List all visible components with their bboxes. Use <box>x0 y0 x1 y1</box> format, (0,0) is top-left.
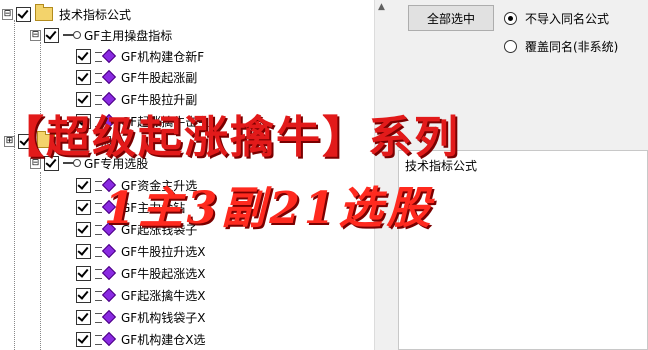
formula-detail-panel: 技术指标公式 <box>398 150 648 350</box>
collapse-icon[interactable]: ⊟ <box>30 29 41 41</box>
tree-item-label: GF牛股拉升选X <box>121 244 206 259</box>
item-checkbox[interactable] <box>76 221 91 237</box>
tree-item[interactable]: GF机构建仓新F <box>76 45 204 67</box>
item-checkbox[interactable] <box>76 331 91 347</box>
folder-icon <box>35 4 53 21</box>
tree-node-root[interactable]: ⊟ 技术指标公式 <box>2 3 131 25</box>
overwrite-radio[interactable]: 覆盖同名(非系统) <box>504 38 618 55</box>
collapse-icon[interactable]: ⊟ <box>2 8 13 20</box>
tree-item[interactable]: GF牛股起涨副 <box>76 66 197 88</box>
key-icon <box>63 30 81 40</box>
scroll-up-arrow-icon[interactable]: ▲ <box>378 2 385 12</box>
select-all-button[interactable]: 全部选中 <box>408 5 494 31</box>
promo-banner-subtitle: 1主3副21选股 <box>104 183 435 234</box>
no-import-radio[interactable]: 不导入同名公式 <box>504 10 609 27</box>
item-checkbox[interactable] <box>76 177 91 193</box>
tree-item[interactable]: GF牛股起涨选X <box>76 262 205 284</box>
tree-item-label: GF牛股起涨副 <box>121 70 198 85</box>
root-checkbox[interactable] <box>16 6 31 22</box>
tree-item[interactable]: GF机构钱袋子X <box>76 306 205 328</box>
tree-guide-line <box>40 172 41 350</box>
radio-unselected-icon[interactable] <box>504 40 517 53</box>
item-checkbox[interactable] <box>76 199 91 215</box>
tree-item-label: GF起涨擒牛选X <box>121 288 206 303</box>
no-import-label: 不导入同名公式 <box>525 12 610 26</box>
formula-icon <box>95 287 117 303</box>
tree-item-label: GF机构建仓新F <box>121 49 205 64</box>
item-checkbox[interactable] <box>76 243 91 259</box>
tree-item[interactable]: GF机构建仓X选 <box>76 328 205 350</box>
item-checkbox[interactable] <box>76 48 91 64</box>
tree-node-label: 技术指标公式 <box>59 7 132 22</box>
item-checkbox[interactable] <box>76 287 91 303</box>
overwrite-label: 覆盖同名(非系统) <box>525 40 619 54</box>
tree-guide-line <box>14 20 15 350</box>
tree-node-group-main[interactable]: ⊟ GF主用操盘指标 <box>30 24 172 46</box>
tree-item-label: GF机构钱袋子X <box>121 310 206 325</box>
formula-icon <box>95 265 117 281</box>
group-checkbox[interactable] <box>44 27 59 43</box>
formula-icon <box>95 309 117 325</box>
item-checkbox[interactable] <box>76 309 91 325</box>
radio-selected-icon[interactable] <box>504 12 517 25</box>
tree-item[interactable]: GF牛股拉升选X <box>76 240 205 262</box>
item-checkbox[interactable] <box>76 69 91 85</box>
tree-item-label: GF牛股起涨选X <box>121 266 206 281</box>
tree-node-label: GF主用操盘指标 <box>84 28 173 43</box>
formula-icon <box>95 69 117 85</box>
formula-icon <box>95 48 117 64</box>
promo-banner-title: 【超级起涨擒牛】系列 <box>0 112 460 163</box>
item-checkbox[interactable] <box>76 265 91 281</box>
tree-item[interactable]: GF起涨擒牛选X <box>76 284 205 306</box>
formula-icon <box>95 243 117 259</box>
formula-icon <box>95 331 117 347</box>
tree-item-label: GF机构建仓X选 <box>121 332 206 347</box>
